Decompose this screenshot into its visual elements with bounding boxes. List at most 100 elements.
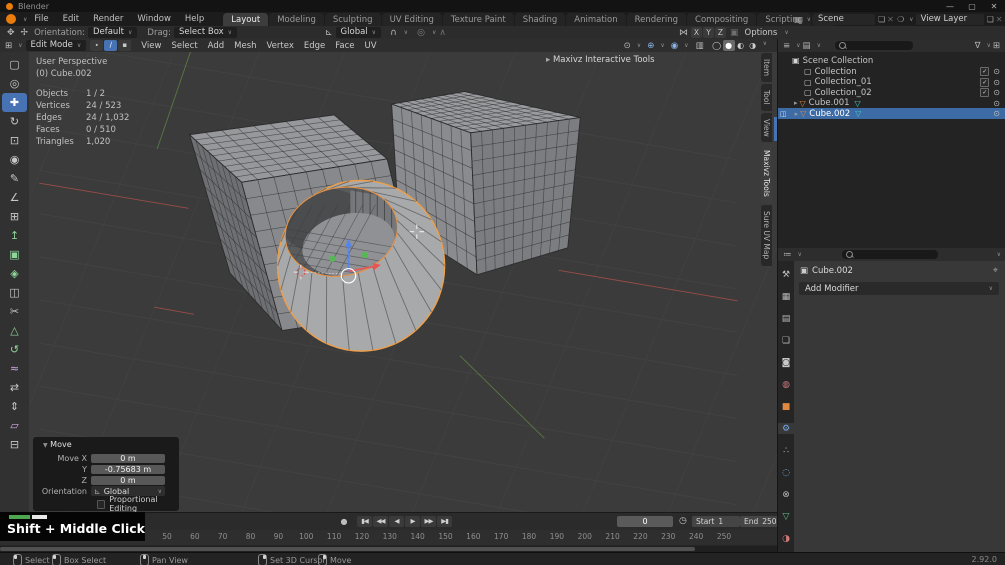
add-modifier-button[interactable]: Add Modifier ∨ <box>799 282 999 295</box>
viewport-menu-vertex[interactable]: Vertex <box>262 41 299 51</box>
viewport-3d[interactable]: ⊞ ∨ Edit Mode ∨ ∙ ∕ ▪ ViewSelectAddMeshV… <box>0 39 777 512</box>
hide-viewport-eye-icon[interactable]: ⊙ <box>993 67 1000 76</box>
workspace-tab-animation[interactable]: Animation <box>566 13 625 26</box>
properties-tab-object-constraints[interactable]: ⊗ <box>778 489 794 500</box>
operator-field-value[interactable]: -0.75683 m <box>91 465 165 474</box>
sidebar-tab-view[interactable]: View <box>761 113 772 143</box>
scale-tool[interactable]: ⊡ <box>2 131 27 150</box>
workspace-tab-compositing[interactable]: Compositing <box>687 13 756 26</box>
extrude-region-tool[interactable]: ↥ <box>2 226 27 245</box>
sidebar-tab-item[interactable]: Item <box>761 53 772 82</box>
outliner-search-box[interactable] <box>835 41 913 50</box>
viewport-menu-select[interactable]: Select <box>166 41 202 51</box>
object-visibility-icon[interactable]: ⊙ <box>622 41 633 51</box>
properties-tab-modifiers[interactable]: ⚙ <box>778 423 794 434</box>
properties-tab-view-layer[interactable]: ❏ <box>778 335 794 346</box>
exclude-checkbox[interactable]: ✓ <box>980 88 989 97</box>
hide-viewport-eye-icon[interactable]: ⊙ <box>993 99 1000 108</box>
xray-toggle-icon[interactable]: ▥ <box>694 41 706 51</box>
outliner-row-collection-01[interactable]: ▢Collection_01✓⊙ <box>778 77 1005 88</box>
play-button[interactable]: ▶ <box>405 516 420 527</box>
operator-field-value[interactable]: 0 m <box>91 454 165 463</box>
orientation-dropdown[interactable]: Default ∨ <box>88 27 137 38</box>
proportional-falloff-icon[interactable]: ∧ <box>436 28 449 38</box>
outliner-row-cube-001[interactable]: ▸▽Cube.001▽⊙ <box>778 98 1005 109</box>
shrink-fatten-tool[interactable]: ⇕ <box>2 397 27 416</box>
jump-to-end-button[interactable]: ▶▮ <box>437 516 452 527</box>
options-button[interactable]: Options <box>745 28 778 38</box>
active-tool-icon[interactable]: ✥ <box>4 28 18 38</box>
properties-tab-particles[interactable]: ∴ <box>778 445 794 456</box>
outliner-row-collection-02[interactable]: ▢Collection_02✓⊙ <box>778 87 1005 98</box>
annotate-tool[interactable]: ✎ <box>2 169 27 188</box>
menu-edit[interactable]: Edit <box>56 14 86 24</box>
outliner-row-collection[interactable]: ▢Collection✓⊙ <box>778 66 1005 77</box>
mirror-z-button[interactable]: Z <box>715 27 726 38</box>
properties-tab-tool[interactable]: ⚒ <box>778 269 794 280</box>
viewport-menu-add[interactable]: Add <box>203 41 229 51</box>
transform-tool[interactable]: ◉ <box>2 150 27 169</box>
rotate-tool[interactable]: ↻ <box>2 112 27 131</box>
tweak-select-tool[interactable]: ▢ <box>2 55 27 74</box>
viewport-menu-mesh[interactable]: Mesh <box>229 41 261 51</box>
face-select-mode-button[interactable]: ▪ <box>118 40 131 51</box>
measure-tool[interactable]: ∠ <box>2 188 27 207</box>
outliner-row-cube-002[interactable]: ◫▸▽Cube.002▽⊙ <box>778 108 1005 119</box>
knife-tool[interactable]: ✂ <box>2 302 27 321</box>
wireframe-shading-icon[interactable]: ◯ <box>711 40 723 51</box>
frame-start-field[interactable]: Start 1 <box>692 516 740 527</box>
properties-tab-world[interactable]: ◍ <box>778 379 794 390</box>
add-cube-tool[interactable]: ⊞ <box>2 207 27 226</box>
hide-viewport-eye-icon[interactable]: ⊙ <box>993 109 1000 118</box>
workspace-tab-rendering[interactable]: Rendering <box>627 13 686 26</box>
smooth-tool[interactable]: ≈ <box>2 359 27 378</box>
mirror-x-button[interactable]: X <box>691 27 702 38</box>
breadcrumb-object-name[interactable]: Cube.002 <box>812 266 853 276</box>
operator-panel-header[interactable]: ▼ Move <box>39 440 72 449</box>
hide-viewport-eye-icon[interactable]: ⊙ <box>993 78 1000 87</box>
edge-select-mode-button[interactable]: ∕ <box>104 40 117 51</box>
jump-to-start-button[interactable]: ▮◀ <box>357 516 372 527</box>
scene-selector[interactable]: ▦ ∨ Scene ❏ ✕ <box>793 13 895 25</box>
outliner-editor-type-icon[interactable]: ≡ <box>781 41 792 51</box>
delete-view-layer-icon[interactable]: ✕ <box>996 15 1003 24</box>
properties-tab-material[interactable]: ◑ <box>778 533 794 544</box>
exclude-checkbox[interactable]: ✓ <box>980 78 989 87</box>
view-layer-name-field[interactable]: View Layer <box>916 14 984 25</box>
outliner-filter-icon[interactable]: ∇ <box>973 41 983 51</box>
viewport-menu-view[interactable]: View <box>136 41 166 51</box>
proportional-editing-icon[interactable]: ◎ <box>414 28 428 38</box>
new-scene-icon[interactable]: ❏ <box>878 15 885 24</box>
exclude-checkbox[interactable]: ✓ <box>980 67 989 76</box>
cursor-tool[interactable]: ◎ <box>2 74 27 93</box>
rendered-shading-icon[interactable]: ◑ <box>747 40 759 51</box>
loop-cut-tool[interactable]: ◫ <box>2 283 27 302</box>
properties-tab-scene[interactable]: ◙ <box>778 357 794 368</box>
overlays-toggle-icon[interactable]: ◉ <box>669 41 680 51</box>
mirror-y-button[interactable]: Y <box>703 27 714 38</box>
autokey-record-button[interactable]: ● <box>336 516 351 527</box>
view-layer-selector[interactable]: ❍ ∨ View Layer ❏ ✕ <box>896 13 1003 25</box>
solid-shading-icon[interactable]: ● <box>723 40 735 51</box>
workspace-tab-sculpting[interactable]: Sculpting <box>325 13 381 26</box>
menu-render[interactable]: Render <box>86 14 130 24</box>
bevel-tool[interactable]: ◈ <box>2 264 27 283</box>
viewport-menu-face[interactable]: Face <box>330 41 359 51</box>
workspace-tab-modeling[interactable]: Modeling <box>269 13 324 26</box>
gizmos-toggle-icon[interactable]: ⊕ <box>645 41 656 51</box>
edge-slide-tool[interactable]: ⇄ <box>2 378 27 397</box>
mode-dropdown[interactable]: Edit Mode ∨ <box>26 40 87 51</box>
play-reverse-button[interactable]: ◀ <box>389 516 404 527</box>
new-view-layer-icon[interactable]: ❏ <box>987 15 994 24</box>
properties-editor-type-icon[interactable]: ≔ <box>781 250 794 260</box>
sidebar-tab-tool[interactable]: Tool <box>761 84 772 111</box>
pin-icon[interactable]: ⌖ <box>993 266 998 276</box>
rip-region-tool[interactable]: ⊟ <box>2 435 27 454</box>
prev-keyframe-button[interactable]: ◀◀ <box>373 516 388 527</box>
delete-scene-icon[interactable]: ✕ <box>887 15 894 24</box>
material-shading-icon[interactable]: ◐ <box>735 40 747 51</box>
inset-faces-tool[interactable]: ▣ <box>2 245 27 264</box>
snap-target-icon[interactable]: ▣ <box>727 28 742 38</box>
transform-orientation-dropdown[interactable]: Global ∨ <box>336 27 382 38</box>
workspace-tab-shading[interactable]: Shading <box>515 13 566 26</box>
